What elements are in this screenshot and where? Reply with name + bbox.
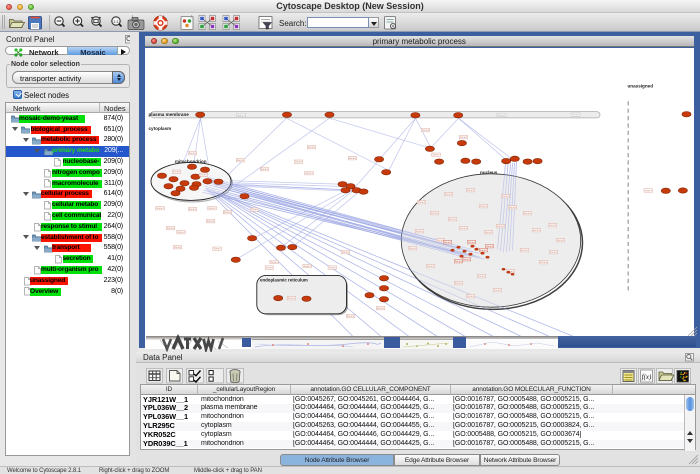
svg-text:Gene-l: Gene-l	[462, 258, 470, 261]
svg-text:Gene-l: Gene-l	[479, 249, 487, 252]
svg-text:Gene-l: Gene-l	[467, 241, 475, 244]
svg-text:Gene-l: Gene-l	[520, 249, 528, 252]
svg-text:Gene-l: Gene-l	[287, 297, 295, 300]
svg-text:Gene-l: Gene-l	[206, 220, 214, 223]
svg-text:1:1: 1:1	[113, 19, 119, 24]
svg-text:Gene-l: Gene-l	[443, 241, 451, 244]
svg-text:Gene-l: Gene-l	[156, 207, 164, 210]
svg-text:nucleus: nucleus	[480, 170, 498, 175]
svg-text:Gene-l: Gene-l	[341, 251, 349, 254]
svg-text:Gene-l: Gene-l	[294, 161, 302, 164]
svg-text:Gene-l: Gene-l	[459, 136, 467, 139]
svg-text:Gene-l: Gene-l	[484, 231, 492, 234]
svg-text:Gene-l: Gene-l	[188, 208, 196, 211]
svg-text:Gene-l: Gene-l	[556, 239, 564, 242]
svg-text:Gene-l: Gene-l	[466, 189, 474, 192]
svg-text:endoplasmic reticulum: endoplasmic reticulum	[260, 277, 308, 282]
svg-text:Gene-l: Gene-l	[417, 201, 425, 204]
svg-text:Gene-l: Gene-l	[328, 266, 336, 269]
svg-text:Gene-l: Gene-l	[477, 275, 485, 278]
svg-text:Gene-l: Gene-l	[177, 231, 185, 234]
svg-text:Gene-l: Gene-l	[173, 246, 181, 249]
svg-text:Gene-l: Gene-l	[223, 211, 231, 214]
svg-text:Gene-l: Gene-l	[444, 193, 452, 196]
svg-text:Gene-l: Gene-l	[493, 289, 501, 292]
svg-text:Gene-l: Gene-l	[172, 171, 180, 174]
svg-text:Gene-l: Gene-l	[448, 218, 456, 221]
svg-text:Gene-l: Gene-l	[454, 260, 462, 263]
svg-text:unassigned: unassigned	[627, 83, 653, 88]
svg-text:Gene-l: Gene-l	[408, 247, 416, 250]
svg-text:f(x): f(x)	[642, 373, 652, 381]
svg-text:Gene-l: Gene-l	[346, 315, 354, 318]
svg-text:Gene-l: Gene-l	[548, 224, 556, 227]
svg-text:Gene-l: Gene-l	[496, 225, 504, 228]
svg-text:Gene-l: Gene-l	[454, 282, 462, 285]
svg-text:Gene-l: Gene-l	[348, 157, 356, 160]
svg-text:Gene-l: Gene-l	[549, 251, 557, 254]
svg-text:cytoplasm: cytoplasm	[148, 126, 171, 131]
svg-text:Gene-l: Gene-l	[199, 174, 207, 177]
svg-text:Gene-l: Gene-l	[213, 248, 221, 251]
svg-text:Gene-l: Gene-l	[166, 227, 174, 230]
svg-text:mitochondrion: mitochondrion	[175, 159, 207, 164]
svg-text:Gene-l: Gene-l	[426, 265, 434, 268]
svg-text:Gene-l: Gene-l	[421, 129, 429, 132]
svg-text:Gene-l: Gene-l	[237, 114, 245, 117]
svg-text:Gene-l: Gene-l	[459, 227, 467, 230]
svg-text:Gene-l: Gene-l	[265, 266, 273, 269]
svg-text:Gene-l: Gene-l	[466, 295, 474, 298]
svg-text:Gene-l: Gene-l	[415, 230, 423, 233]
svg-text:Gene-l: Gene-l	[376, 307, 384, 310]
svg-text:Gene-l: Gene-l	[479, 205, 487, 208]
svg-text:Gene-l: Gene-l	[523, 212, 531, 215]
svg-text:Gene-l: Gene-l	[305, 172, 313, 175]
svg-text:Gene-l: Gene-l	[260, 168, 268, 171]
svg-text:Gene-l: Gene-l	[539, 261, 547, 264]
svg-text:Gene-l: Gene-l	[508, 206, 516, 209]
svg-text:Gene-l: Gene-l	[250, 209, 258, 212]
svg-text:Gene-l: Gene-l	[485, 245, 493, 248]
svg-text:Gene-l: Gene-l	[208, 207, 216, 210]
svg-text:Gene-l: Gene-l	[432, 154, 440, 157]
svg-text:Gene-l: Gene-l	[188, 152, 196, 155]
svg-text:Gene-l: Gene-l	[501, 195, 509, 198]
svg-text:Gene-l: Gene-l	[497, 114, 505, 117]
svg-text:Gene-l: Gene-l	[270, 261, 278, 264]
svg-text:Gene-l: Gene-l	[236, 159, 244, 162]
svg-text:Gene-l: Gene-l	[644, 189, 652, 192]
svg-text:plasma membrane: plasma membrane	[148, 112, 189, 117]
svg-text:Gene-l: Gene-l	[303, 265, 311, 268]
svg-text:Gene-l: Gene-l	[532, 229, 540, 232]
svg-text:Gene-l: Gene-l	[430, 212, 438, 215]
svg-text:Gene-l: Gene-l	[571, 114, 579, 117]
svg-text:Gene-l: Gene-l	[307, 146, 315, 149]
